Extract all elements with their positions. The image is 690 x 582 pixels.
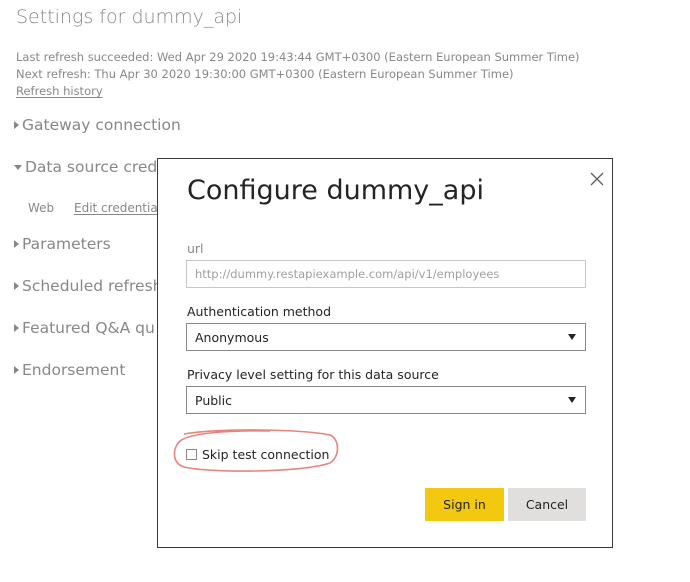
auth-method-value: Anonymous [195,329,269,345]
section-parameters[interactable]: Parameters [14,235,111,253]
privacy-level-select[interactable]: Public [186,386,586,414]
sign-in-button[interactable]: Sign in [425,488,504,521]
checkbox-box[interactable] [186,449,197,460]
section-label: Data source crede [25,158,167,176]
configure-dialog: Configure dummy_api url Authentication m… [157,158,613,548]
next-refresh-text: Next refresh: Thu Apr 30 2020 19:30:00 G… [16,67,514,81]
section-label: Parameters [22,235,111,253]
last-refresh-text: Last refresh succeeded: Wed Apr 29 2020 … [16,50,580,64]
data-source-row: Web Edit credentials [28,201,167,215]
section-label: Scheduled refresh [22,277,163,295]
section-scheduled-refresh[interactable]: Scheduled refresh [14,277,162,295]
privacy-level-label: Privacy level setting for this data sour… [187,367,439,382]
auth-method-select[interactable]: Anonymous [186,323,586,351]
expand-right-icon [14,240,19,248]
dialog-title: Configure dummy_api [187,175,484,206]
section-gateway-connection[interactable]: Gateway connection [14,116,181,134]
auth-method-label: Authentication method [187,304,332,319]
edit-credentials-link[interactable]: Edit credentials [74,201,167,215]
section-label: Endorsement [22,361,126,379]
section-label: Gateway connection [22,116,181,134]
chevron-down-icon [568,334,576,340]
expand-right-icon [14,121,19,129]
expand-down-icon [14,164,22,170]
url-input[interactable] [186,260,586,288]
section-label: Featured Q&A qu [22,319,155,337]
cancel-button[interactable]: Cancel [508,488,586,521]
expand-right-icon [14,366,19,374]
url-label: url [187,241,204,256]
page-title: Settings for dummy_api [16,6,243,28]
section-featured-qa[interactable]: Featured Q&A qu [14,319,155,337]
privacy-level-value: Public [195,392,232,408]
section-data-source-credentials[interactable]: Data source crede [14,158,167,176]
section-endorsement[interactable]: Endorsement [14,361,125,379]
expand-right-icon [14,282,19,290]
skip-test-connection-checkbox[interactable]: Skip test connection [186,447,329,462]
chevron-down-icon [568,397,576,403]
expand-right-icon [14,324,19,332]
skip-test-connection-label: Skip test connection [202,447,330,462]
data-source-type: Web [28,201,55,215]
close-icon[interactable] [589,171,605,187]
refresh-history-link[interactable]: Refresh history [16,84,103,98]
